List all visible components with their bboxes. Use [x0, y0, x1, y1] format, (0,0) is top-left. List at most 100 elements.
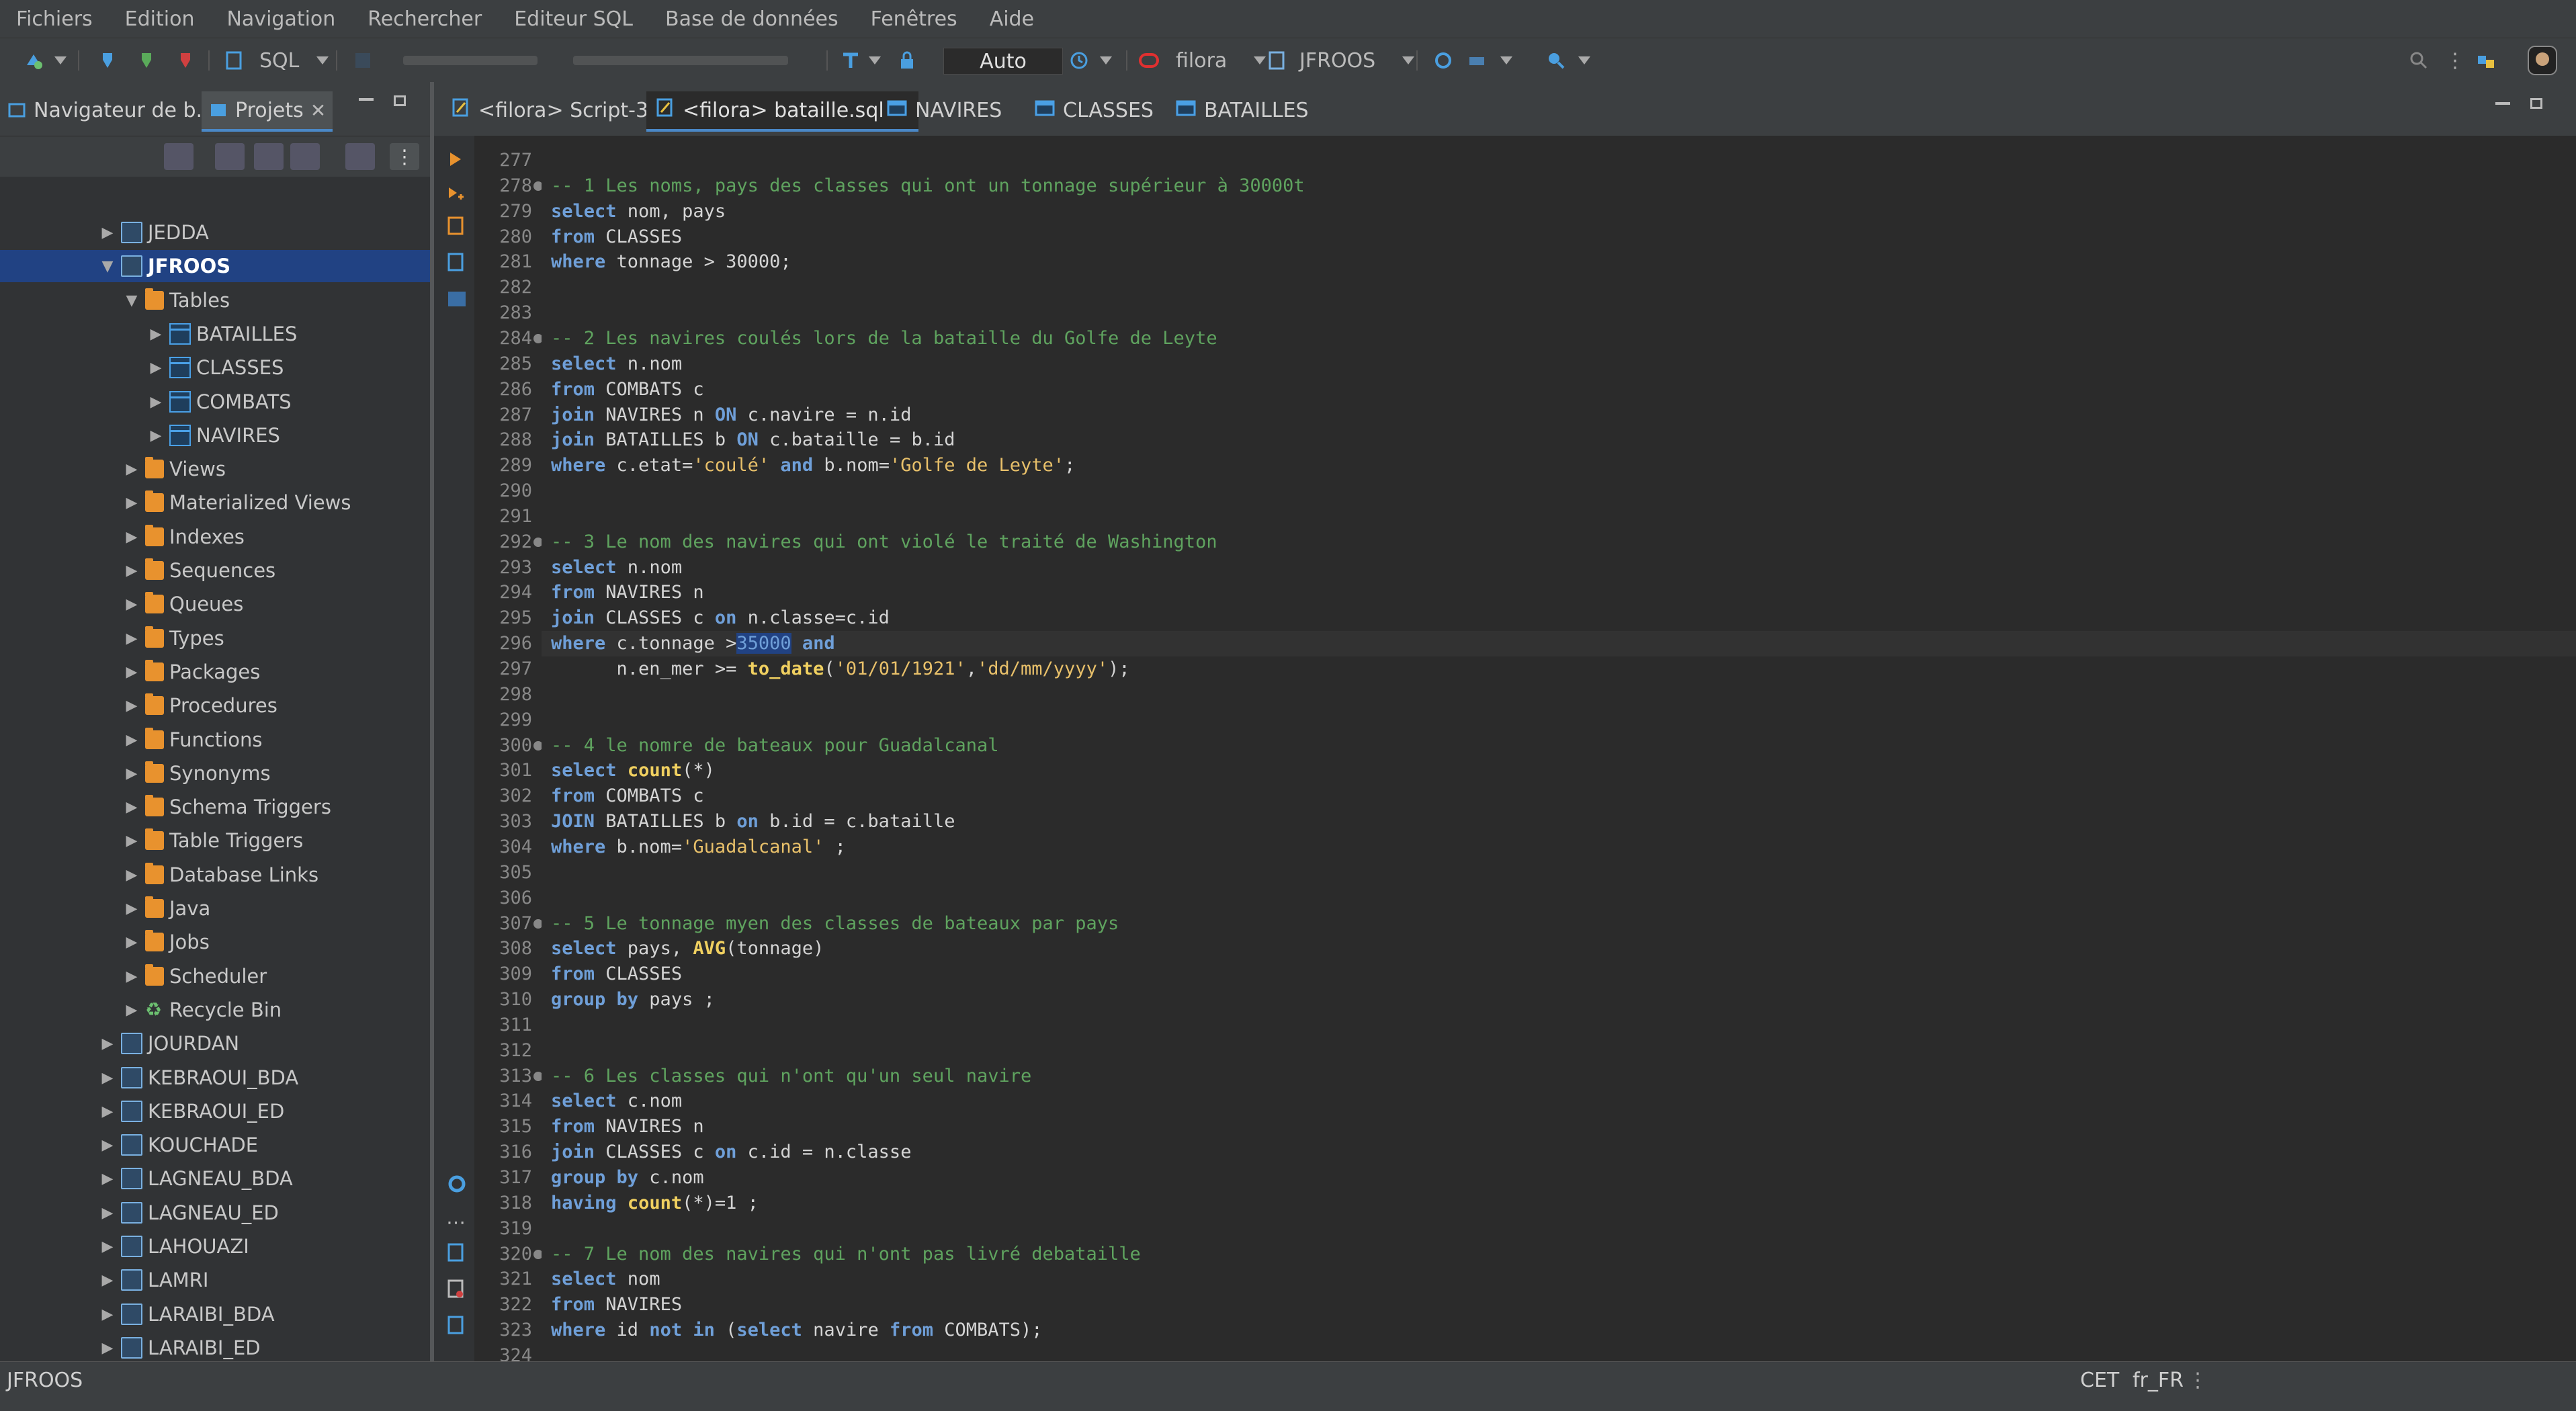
status-locale[interactable]: fr_FR	[2133, 1369, 2184, 1392]
output-icon[interactable]	[447, 1243, 464, 1267]
tree-item[interactable]: ▼ Tables	[0, 284, 430, 316]
connect-icon[interactable]	[94, 48, 121, 73]
chevron-down-icon[interactable]	[1576, 48, 1592, 73]
more-options-icon[interactable]: ⋮	[2445, 48, 2465, 73]
chevron-right-icon[interactable]: ▶	[101, 1238, 114, 1255]
chevron-right-icon[interactable]: ▶	[125, 900, 138, 917]
chevron-right-icon[interactable]: ▶	[101, 224, 114, 241]
menu-item[interactable]: Navigation	[210, 7, 351, 31]
chevron-right-icon[interactable]: ▶	[101, 1340, 114, 1357]
chevron-right-icon[interactable]: ▶	[125, 697, 138, 714]
chevron-right-icon[interactable]: ▶	[125, 732, 138, 749]
chevron-right-icon[interactable]: ▶	[125, 799, 138, 816]
close-icon[interactable]: ✕	[310, 99, 326, 122]
tree-item[interactable]: ▶ LAMRI	[0, 1264, 430, 1296]
tree-item[interactable]: ▶ Sequences	[0, 554, 430, 587]
chevron-down-icon[interactable]	[1098, 48, 1114, 73]
tree-item[interactable]: ▶ LAHOUAZI	[0, 1230, 430, 1263]
tree-item[interactable]: ▶ Scheduler	[0, 960, 430, 992]
tree-item[interactable]: ▶ Functions	[0, 724, 430, 756]
execute-statement-new-tab-icon[interactable]	[447, 184, 464, 207]
tree-item[interactable]: ▶ ♻ Recycle Bin	[0, 994, 430, 1026]
menu-item[interactable]: Fenêtres	[855, 7, 974, 31]
chevron-down-icon[interactable]	[867, 48, 883, 73]
minimize-icon[interactable]	[2495, 102, 2510, 105]
chevron-right-icon[interactable]: ▶	[125, 562, 138, 579]
chevron-right-icon[interactable]: ▶	[149, 326, 163, 343]
tree-item[interactable]: ▶ Synonyms	[0, 757, 430, 789]
datasource-selector[interactable]: filora	[1176, 48, 1266, 73]
chevron-down-icon[interactable]: ▼	[125, 292, 138, 309]
chevron-right-icon[interactable]: ▶	[125, 1002, 138, 1019]
editor-tab[interactable]: NAVIRES	[877, 91, 1011, 129]
chevron-right-icon[interactable]: ▶	[125, 596, 138, 613]
tree-item[interactable]: ▶ LAGNEAU_ED	[0, 1197, 430, 1229]
menu-item[interactable]: Aide	[974, 7, 1050, 31]
tree-item[interactable]: ▶ BATAILLES	[0, 318, 430, 350]
tree-item[interactable]: ▶ KEBRAOUI_BDA	[0, 1062, 430, 1094]
sql-dropdown[interactable]: SQL	[259, 48, 329, 73]
tree-item[interactable]: ▶ Queues	[0, 588, 430, 620]
tree-item[interactable]: ▶ Packages	[0, 656, 430, 688]
user-avatar-icon[interactable]	[2525, 46, 2560, 75]
explain-plan-icon[interactable]	[447, 253, 464, 276]
tree-item[interactable]: ▼ JFROOS	[0, 250, 430, 282]
tree-item[interactable]: ▶ Procedures	[0, 689, 430, 722]
statistics-icon[interactable]	[447, 1316, 464, 1339]
chevron-down-icon[interactable]	[1498, 48, 1514, 73]
chevron-right-icon[interactable]: ▶	[125, 832, 138, 849]
maximize-icon[interactable]	[394, 95, 406, 106]
perspective-icon[interactable]	[2473, 48, 2499, 73]
chevron-down-icon[interactable]	[52, 48, 69, 73]
chevron-right-icon[interactable]: ▶	[101, 1035, 114, 1052]
tree-item[interactable]: ▶ Indexes	[0, 521, 430, 553]
tree-item[interactable]: ▶ Table Triggers	[0, 824, 430, 857]
new-connection-icon[interactable]	[20, 48, 47, 73]
refresh-icon[interactable]	[345, 143, 375, 170]
stop-icon[interactable]	[172, 48, 199, 73]
link-with-editor-icon[interactable]	[254, 143, 284, 170]
execute-statement-icon[interactable]	[449, 149, 462, 172]
configure-icon[interactable]	[290, 143, 320, 170]
global-search-icon[interactable]	[2405, 48, 2432, 73]
tree-item[interactable]: ▶ Materialized Views	[0, 486, 430, 519]
tree-item[interactable]: ▶ Java	[0, 892, 430, 925]
tree-item[interactable]: ▶ JOURDAN	[0, 1027, 430, 1060]
chevron-right-icon[interactable]: ▶	[101, 1070, 114, 1086]
editor-tab[interactable]: CLASSES	[1025, 91, 1163, 129]
chevron-right-icon[interactable]: ▶	[125, 765, 138, 782]
more-options-icon[interactable]: ⋮	[2188, 1369, 2208, 1392]
tree-item[interactable]: ▶ Schema Triggers	[0, 791, 430, 823]
chevron-right-icon[interactable]: ▶	[101, 1137, 114, 1154]
maximize-icon[interactable]	[2530, 98, 2542, 109]
chevron-right-icon[interactable]: ▶	[125, 495, 138, 511]
search-icon[interactable]	[1543, 48, 1570, 73]
chevron-right-icon[interactable]: ▶	[125, 664, 138, 681]
menu-item[interactable]: Rechercher	[351, 7, 498, 31]
tree-item[interactable]: ▶ CLASSES	[0, 351, 430, 384]
chevron-right-icon[interactable]: ▶	[101, 1306, 114, 1323]
chevron-right-icon[interactable]: ▶	[149, 394, 163, 411]
tree-item[interactable]: ▶ COMBATS	[0, 386, 430, 418]
menu-item[interactable]: Edition	[109, 7, 211, 31]
more-icon[interactable]: ⋯	[446, 1211, 466, 1234]
chevron-right-icon[interactable]: ▶	[125, 968, 138, 985]
lock-icon[interactable]	[894, 48, 920, 73]
tree-item[interactable]: ▶ KOUCHADE	[0, 1129, 430, 1161]
sql-editor-icon[interactable]	[220, 48, 247, 73]
chevron-right-icon[interactable]: ▶	[125, 630, 138, 647]
rollback-button-disabled[interactable]	[570, 48, 791, 73]
commit-button-disabled[interactable]	[396, 48, 544, 73]
settings-icon[interactable]	[447, 1174, 466, 1198]
more-options-icon[interactable]: ⋮	[390, 143, 419, 170]
tab-database-navigator[interactable]: Navigateur de b...	[7, 91, 215, 129]
chevron-right-icon[interactable]: ▶	[149, 427, 163, 444]
menu-item[interactable]: Fichiers	[0, 7, 109, 31]
commit-icon[interactable]	[349, 48, 376, 73]
tree-item[interactable]: ▶ LARAIBI_BDA	[0, 1298, 430, 1330]
editor-tab[interactable]: BATAILLES	[1166, 91, 1318, 129]
chevron-right-icon[interactable]: ▶	[125, 529, 138, 546]
error-log-icon[interactable]	[447, 1279, 464, 1303]
tab-projects[interactable]: Projets ✕	[202, 91, 333, 132]
menu-item[interactable]: Base de données	[649, 7, 855, 31]
